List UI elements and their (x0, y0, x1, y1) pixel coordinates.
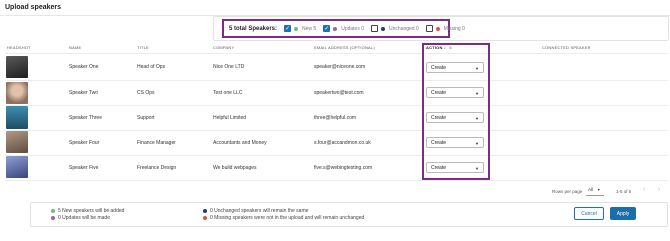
avatar (6, 82, 28, 104)
avatar (6, 156, 28, 178)
missing-dot-icon (435, 26, 440, 31)
row-divider (5, 155, 668, 156)
row-divider (5, 80, 668, 81)
row-divider (5, 180, 668, 181)
speaker-summary-filters: 5 total Speakers: ✓ New 5 ✓ Updates 0 Un… (222, 19, 465, 38)
row-divider (5, 105, 668, 106)
column-header-email: EMAIL ADDRESS (OPTIONAL) (314, 45, 375, 50)
speaker-title: Finance Manager (137, 140, 176, 146)
speaker-email: five.s@webingtesting.com (314, 165, 373, 171)
speaker-name: Speaker One (69, 64, 99, 70)
filter-new-checkbox[interactable]: ✓ (284, 25, 292, 32)
avatar (6, 106, 28, 129)
column-header-headshot: HEADSHOT (7, 45, 31, 50)
caret-down-icon: ▼ (597, 188, 601, 192)
action-column-highlight (422, 43, 490, 180)
new-dot-icon (51, 209, 55, 213)
summary-title: 5 total Speakers: (229, 25, 278, 32)
speaker-company: We build webpages (213, 165, 257, 171)
speaker-name: Speaker Five (69, 165, 99, 171)
filter-updates-label: Updates 0 (341, 25, 365, 32)
apply-button[interactable]: Apply (610, 207, 636, 220)
page-title: Upload speakers (5, 4, 62, 11)
column-header-connected-speaker: CONNECTED SPEAKER (542, 45, 591, 50)
speaker-title: Head of Ops (137, 64, 166, 70)
column-header-company: COMPANY (213, 45, 235, 50)
avatar (6, 131, 28, 153)
rows-per-page-select[interactable]: All ▼ (586, 187, 604, 196)
speaker-title: CS Ops (137, 90, 155, 96)
speaker-company: Accountants and Money (213, 140, 267, 146)
unchanged-dot-icon (381, 26, 386, 31)
speaker-email: three@helpful.com (314, 115, 357, 121)
prev-page-icon[interactable]: ‹ (643, 186, 645, 193)
next-page-icon[interactable]: › (658, 186, 660, 193)
filter-missing-checkbox[interactable] (425, 25, 433, 32)
avatar (6, 56, 28, 78)
filter-unchanged-checkbox[interactable] (371, 25, 379, 32)
speaker-email: speakertwo@test.com (314, 90, 364, 96)
speaker-email: s.four@accandmon.co.uk (314, 140, 371, 146)
new-dot-icon (294, 26, 299, 31)
pagination-range: 1-5 of 5 (616, 189, 632, 194)
filter-updates-checkbox[interactable]: ✓ (323, 25, 331, 32)
filter-missing-label: Missing 0 (443, 25, 465, 32)
missing-dot-icon (203, 216, 207, 220)
column-header-name: NAME (69, 45, 82, 50)
header-row-divider (5, 53, 668, 54)
filter-new-label: New 5 (302, 25, 317, 32)
column-header-title: TITLE (137, 45, 149, 50)
legend-unchanged: 0 Unchanged speakers will remain the sam… (203, 208, 309, 214)
row-divider (5, 130, 668, 131)
updates-dot-icon (333, 26, 338, 31)
unchanged-dot-icon (203, 209, 207, 213)
rows-per-page-label: Rows per page (552, 189, 583, 194)
speaker-title: Support (137, 115, 155, 121)
filter-unchanged-label: Unchanged 0 (389, 25, 419, 32)
speaker-name: Speaker Four (69, 140, 100, 146)
speaker-company: Nice One LTD (213, 64, 245, 70)
legend-new-text: 5 New speakers will be added (58, 208, 125, 214)
cancel-button[interactable]: Cancel (574, 207, 604, 220)
legend-missing: 0 Missing speakers were not in the uploa… (203, 215, 365, 221)
speaker-name: Speaker Three (69, 115, 102, 121)
legend-new: 5 New speakers will be added (51, 208, 125, 214)
updates-dot-icon (51, 216, 55, 220)
speaker-name: Speaker Two (69, 90, 99, 96)
legend-missing-text: 0 Missing speakers were not in the uploa… (210, 215, 365, 221)
speaker-title: Freelance Design (137, 165, 177, 171)
speaker-company: Helpful Limited (213, 115, 247, 121)
speaker-company: Test one LLC (213, 90, 243, 96)
legend-updates: 0 Updates will be made (51, 215, 110, 221)
legend-updates-text: 0 Updates will be made (58, 215, 110, 221)
speaker-email: speaker@niceone.com (314, 64, 366, 70)
legend-unchanged-text: 0 Unchanged speakers will remain the sam… (210, 208, 309, 214)
rows-per-page-value: All (588, 187, 594, 192)
